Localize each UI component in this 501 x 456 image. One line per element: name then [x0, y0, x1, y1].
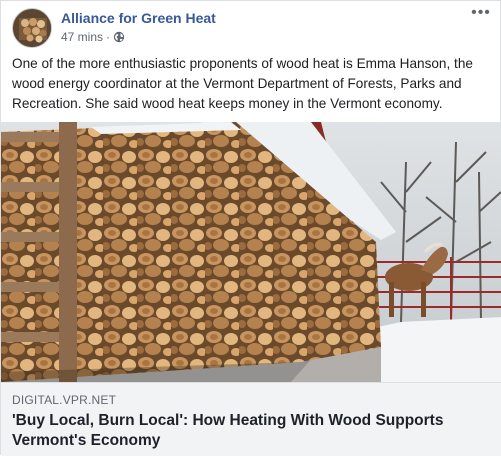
link-preview-card[interactable]: DIGITAL.VPR.NET 'Buy Local, Burn Local':…: [1, 122, 501, 456]
more-options-icon[interactable]: •••: [470, 5, 492, 22]
globe-icon[interactable]: [113, 31, 125, 43]
link-title[interactable]: 'Buy Local, Burn Local': How Heating Wit…: [12, 411, 492, 451]
post-header: Alliance for Green Heat 47 mins · •••: [12, 5, 492, 48]
meta-separator: ·: [106, 30, 111, 44]
link-preview-image[interactable]: [1, 122, 501, 382]
post-timestamp[interactable]: 47 mins: [61, 30, 103, 44]
post-meta: 47 mins ·: [61, 30, 125, 44]
post-text: One of the more enthusiastic proponents …: [12, 56, 473, 111]
facebook-post: Alliance for Green Heat 47 mins · ••• On…: [0, 0, 501, 456]
page-avatar[interactable]: [12, 8, 52, 48]
page-name-link[interactable]: Alliance for Green Heat: [61, 10, 216, 26]
link-preview-footer[interactable]: DIGITAL.VPR.NET 'Buy Local, Burn Local':…: [1, 382, 501, 456]
link-domain: DIGITAL.VPR.NET: [12, 393, 117, 407]
